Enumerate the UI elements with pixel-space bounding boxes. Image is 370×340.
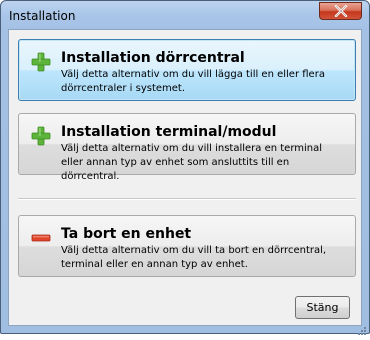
separator bbox=[18, 198, 356, 200]
title-bar[interactable]: Installation bbox=[1, 1, 369, 31]
option-heading: Ta bort en enhet bbox=[61, 226, 192, 242]
option-description: Välj detta alternativ om du vill ta bort… bbox=[61, 245, 327, 270]
plus-icon bbox=[31, 126, 51, 146]
option-description: Välj detta alternativ om du vill install… bbox=[61, 143, 323, 182]
installation-dialog: Installation Installation dörrcentral Vä… bbox=[0, 0, 370, 335]
install-door-controller-button[interactable]: Installation dörrcentral Välj detta alte… bbox=[18, 39, 356, 101]
window-close-button[interactable] bbox=[319, 2, 362, 20]
install-terminal-module-button[interactable]: Installation terminal/modul Välj detta a… bbox=[18, 113, 356, 182]
option-heading: Installation dörrcentral bbox=[61, 50, 245, 66]
resize-grip-icon[interactable] bbox=[357, 321, 367, 335]
close-button[interactable]: Stäng bbox=[295, 296, 350, 319]
dialog-content: Installation dörrcentral Välj detta alte… bbox=[8, 29, 362, 326]
window-title: Installation bbox=[9, 9, 76, 23]
close-icon bbox=[320, 3, 361, 19]
option-description: Välj detta alternativ om du vill lägga t… bbox=[61, 69, 325, 94]
plus-icon bbox=[31, 52, 51, 72]
option-heading: Installation terminal/modul bbox=[61, 124, 277, 140]
minus-icon bbox=[31, 228, 51, 248]
remove-device-button[interactable]: Ta bort en enhet Välj detta alternativ o… bbox=[18, 215, 356, 277]
